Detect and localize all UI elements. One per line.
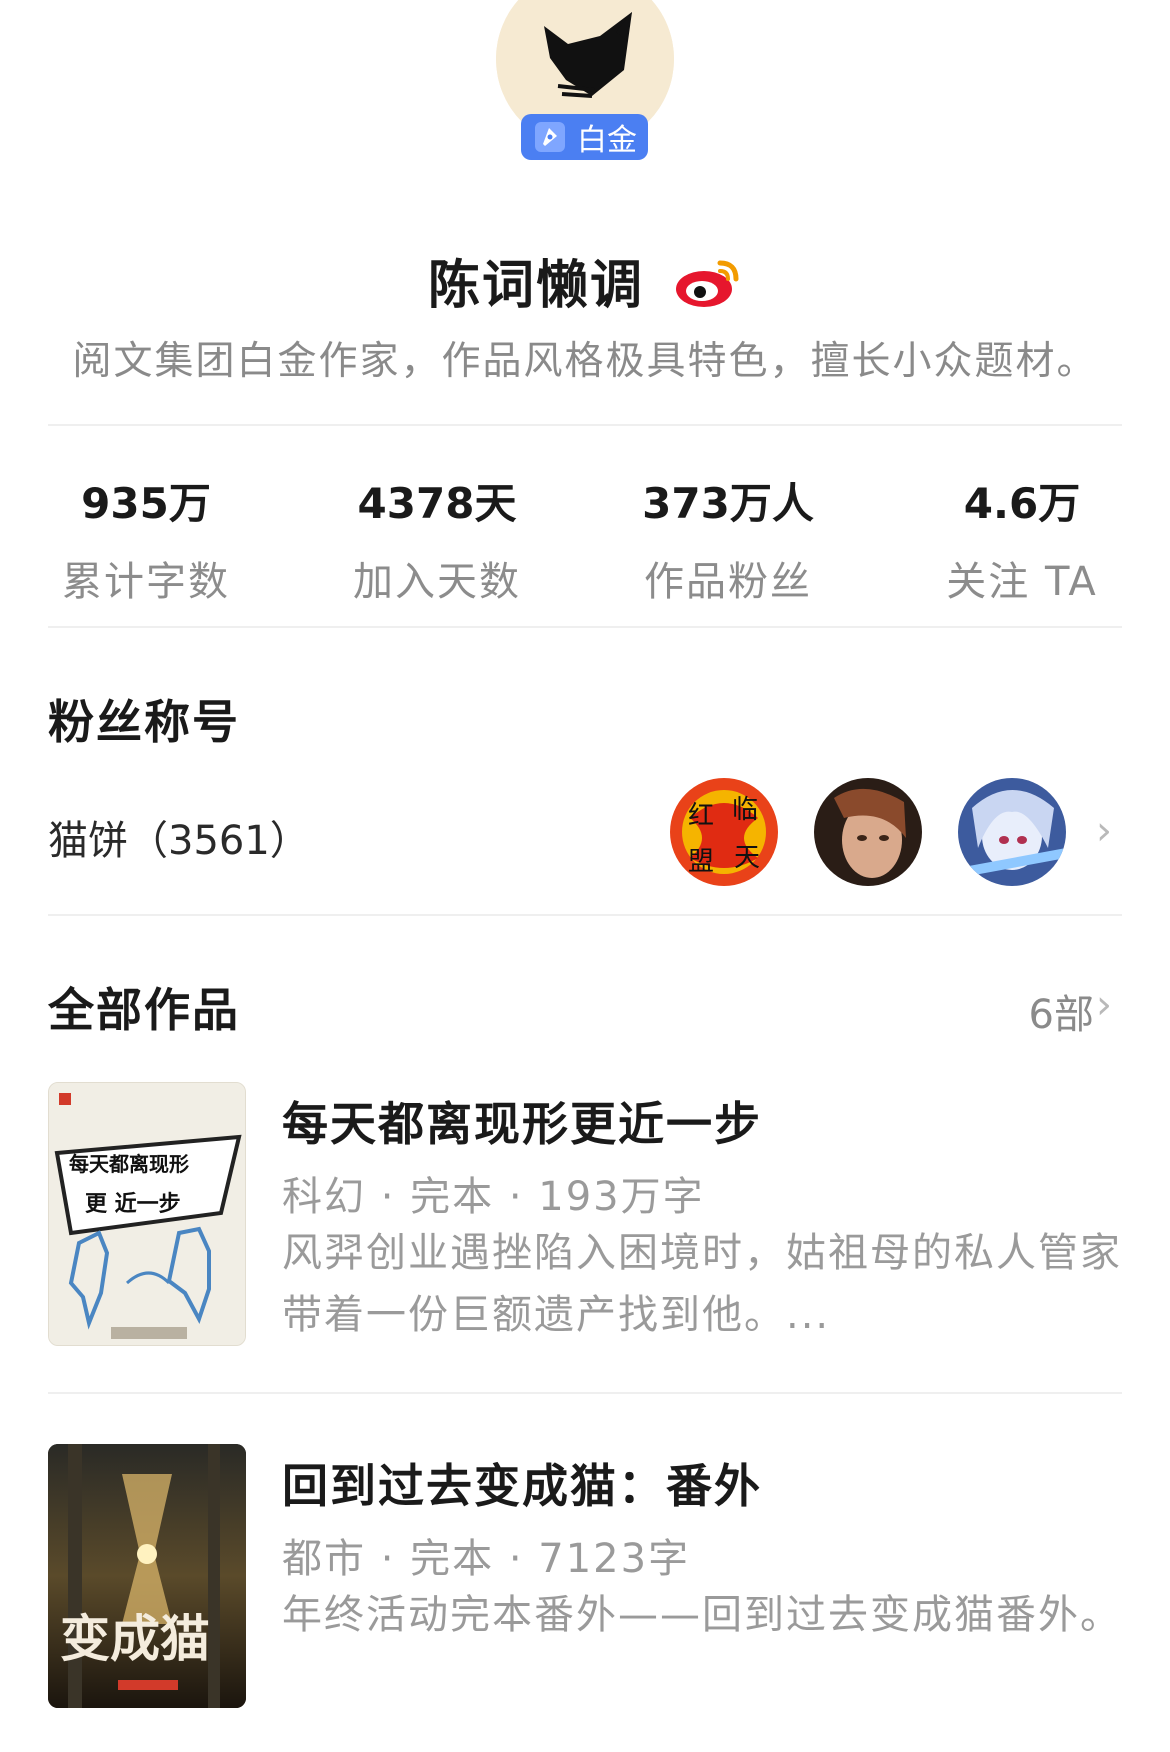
weibo-icon[interactable]: [674, 253, 742, 309]
fan-avatar-icon: 红 临 盟 天: [670, 778, 778, 886]
book-meta: 都市 · 完本 · 7123字: [282, 1536, 691, 1582]
divider: [48, 626, 1122, 628]
author-name: 陈词懒调: [427, 256, 644, 316]
svg-text:红: 红: [688, 801, 714, 831]
works-heading: 全部作品: [48, 983, 240, 1037]
stat-following[interactable]: 4.6万 关注 TA: [892, 470, 1152, 607]
pen-nib-icon: [535, 122, 565, 152]
book-description: 年终活动完本番外——回到过去变成猫番外。: [282, 1592, 1122, 1638]
book-title[interactable]: 回到过去变成猫：番外: [282, 1450, 762, 1516]
stat-value: 373万人: [642, 479, 814, 528]
book-cover[interactable]: 每天都离现形 更 近一步: [48, 1082, 246, 1346]
book-cover[interactable]: 变成猫: [48, 1444, 246, 1708]
works-count[interactable]: 6部: [1029, 982, 1094, 1040]
svg-text:每天都离现形: 每天都离现形: [69, 1152, 189, 1176]
chevron-right-icon[interactable]: ›: [1096, 808, 1112, 854]
fan-title-label[interactable]: 猫饼（3561）: [48, 808, 310, 866]
divider: [48, 1392, 1122, 1394]
svg-text:盟: 盟: [688, 847, 714, 877]
stat-label: 累计字数: [62, 559, 230, 605]
svg-text:变成猫: 变成猫: [60, 1609, 210, 1668]
book-title[interactable]: 每天都离现形更近一步: [282, 1088, 762, 1154]
fan-title-heading: 粉丝称号: [48, 695, 240, 749]
book-item[interactable]: 每天都离现形 更 近一步 每天都离现形更近一步 科幻 · 完本 · 193万字 …: [48, 1082, 1122, 1346]
book-item[interactable]: 变成猫 回到过去变成猫：番外 都市 · 完本 · 7123字 年终活动完本番外—…: [48, 1444, 1122, 1708]
fan-avatar-icon: [814, 778, 922, 886]
stat-value: 935万: [81, 479, 211, 528]
svg-text:临: 临: [732, 795, 758, 825]
stat-value: 4.6万: [963, 479, 1081, 528]
fan-avatar[interactable]: [814, 778, 922, 886]
book-meta: 科幻 · 完本 · 193万字: [282, 1174, 705, 1220]
svg-text:更 近一步: 更 近一步: [85, 1191, 181, 1217]
book-cover-art-icon: 变成猫: [48, 1444, 246, 1708]
stat-label: 关注 TA: [946, 559, 1098, 605]
author-bio: 阅文集团白金作家，作品风格极具特色，擅长小众题材。: [72, 339, 1098, 384]
stat-label: 加入天数: [353, 559, 521, 605]
badge-label: 白金: [577, 123, 637, 158]
svg-text:天: 天: [734, 843, 760, 873]
fan-avatar[interactable]: 红 临 盟 天: [670, 778, 778, 886]
divider: [48, 424, 1122, 426]
book-cover-art-icon: 每天都离现形 更 近一步: [49, 1083, 245, 1345]
stat-label: 作品粉丝: [644, 559, 812, 605]
stat-fans[interactable]: 373万人 作品粉丝: [598, 470, 858, 607]
stat-word-count[interactable]: 935万 累计字数: [16, 470, 276, 607]
chevron-right-icon[interactable]: ›: [1096, 982, 1112, 1028]
fan-avatar-icon: [958, 778, 1066, 886]
stat-join-days[interactable]: 4378天 加入天数: [307, 470, 567, 607]
book-description: 风羿创业遇挫陷入困境时，姑祖母的私人管家带着一份巨额遗产找到他。...: [282, 1230, 1122, 1338]
divider: [48, 914, 1122, 916]
fan-avatar[interactable]: [958, 778, 1066, 886]
platinum-badge: 白金: [521, 114, 648, 160]
stat-value: 4378天: [357, 479, 517, 528]
